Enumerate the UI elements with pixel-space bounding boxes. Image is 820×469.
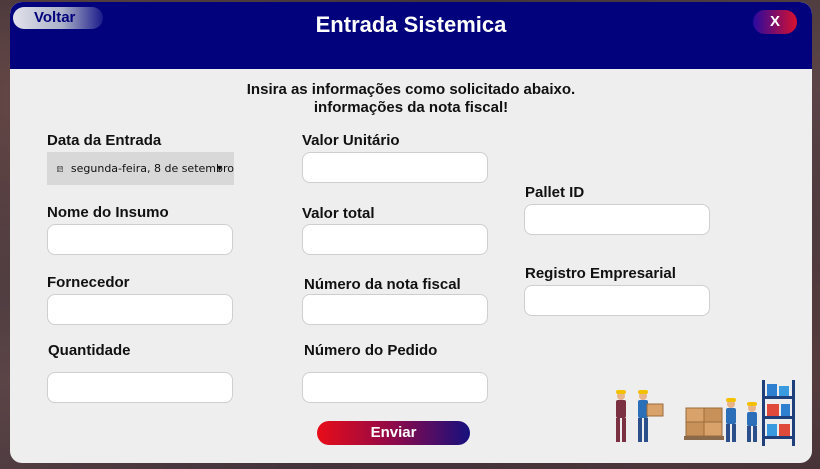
worker-icon <box>747 402 757 442</box>
fornecedor-label: Fornecedor <box>47 274 130 291</box>
box-stack-icon <box>684 407 724 440</box>
fornecedor-input[interactable] <box>47 294 233 325</box>
data-entrada-value: segunda-feira, 8 de setembro <box>70 162 234 175</box>
quantidade-label: Quantidade <box>48 342 131 359</box>
valor-total-label: Valor total <box>302 205 375 222</box>
data-entrada-label: Data da Entrada <box>47 132 162 149</box>
shelf-icon <box>762 380 795 446</box>
valor-unitario-input[interactable] <box>302 152 488 183</box>
valor-total-input[interactable] <box>302 224 488 255</box>
numero-pedido-input[interactable] <box>302 372 488 403</box>
quantidade-input[interactable] <box>47 372 233 403</box>
pallet-id-input[interactable] <box>524 204 710 235</box>
warehouse-workers-illustration <box>616 380 795 446</box>
registro-empresarial-input[interactable] <box>524 285 710 316</box>
window-title: Entrada Sistemica <box>315 12 507 37</box>
nome-insumo-input[interactable] <box>47 224 233 255</box>
numero-nota-fiscal-input[interactable] <box>302 294 488 325</box>
numero-pedido-label: Número do Pedido <box>304 342 438 359</box>
nome-insumo-label: Nome do Insumo <box>47 204 169 221</box>
worker-icon <box>726 398 736 442</box>
title-bar: Voltar Entrada Sistemica X <box>10 2 812 69</box>
chevron-down-icon[interactable]: ▼ <box>215 163 224 173</box>
worker-icon <box>638 390 664 442</box>
instructions-line-2: informações da nota fiscal! <box>313 99 509 116</box>
pallet-id-label: Pallet ID <box>525 184 585 201</box>
close-button[interactable]: X <box>753 10 797 34</box>
calendar-icon <box>57 165 63 172</box>
data-entrada-date-picker[interactable]: segunda-feira, 8 de setembro ▼ <box>47 152 234 185</box>
registro-empresarial-label: Registro Empresarial <box>525 265 676 282</box>
instructions-line-1: Insira as informações como solicitado ab… <box>246 81 576 98</box>
valor-unitario-label: Valor Unitário <box>302 132 400 149</box>
numero-nota-fiscal-label: Número da nota fiscal <box>304 276 461 293</box>
worker-icon <box>616 390 626 442</box>
entrada-sistemica-window: Voltar Entrada Sistemica X Insira as inf… <box>10 2 812 463</box>
instructions-text: Insira as informações como solicitado ab… <box>10 81 812 117</box>
submit-button[interactable]: Enviar <box>317 421 470 445</box>
